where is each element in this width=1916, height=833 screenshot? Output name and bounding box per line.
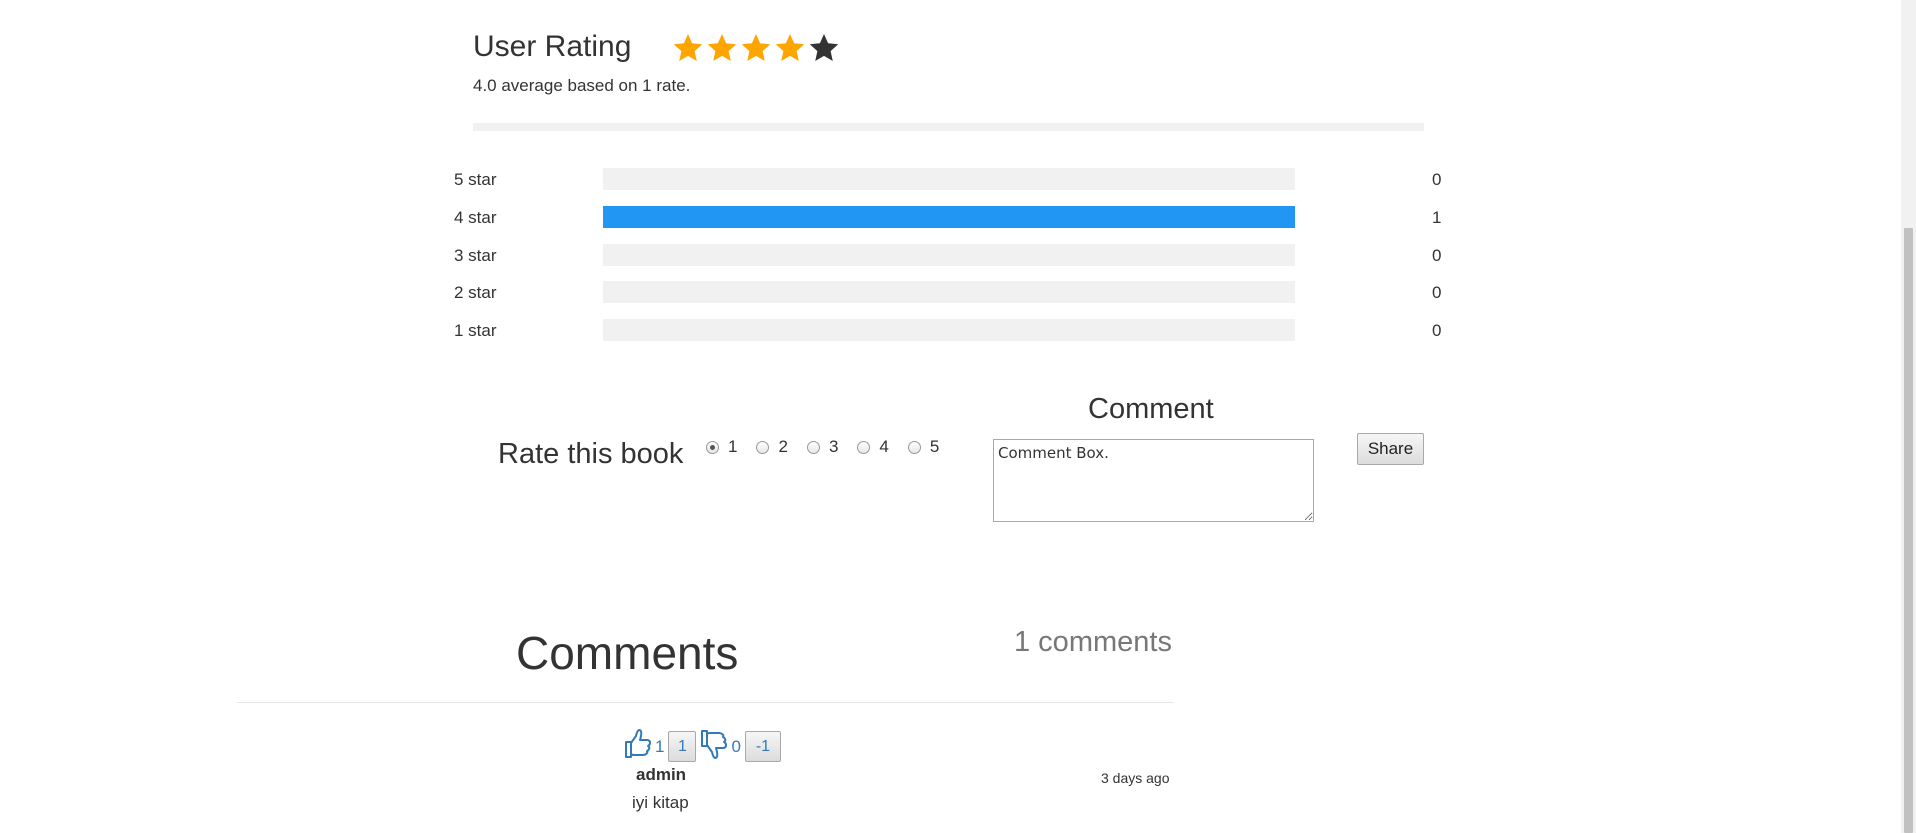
rating-row-label: 1 star: [454, 321, 497, 340]
divider-bar: [473, 123, 1424, 131]
rating-bar-fill: [603, 206, 1295, 228]
star-filled-icon: [672, 32, 704, 64]
comment-vote-row: 1 1 0 -1: [622, 725, 781, 762]
share-button[interactable]: Share: [1357, 433, 1424, 465]
rating-option-label: 1: [728, 437, 738, 456]
comment-timestamp: 3 days ago: [1101, 770, 1170, 786]
radio-button[interactable]: [706, 440, 719, 454]
rating-row: 1 star 0: [454, 319, 1454, 343]
rating-radio-group: 1 2 3 4 5: [706, 437, 958, 457]
rating-bar-track: [603, 244, 1295, 266]
rating-row: 2 star 0: [454, 281, 1454, 305]
scrollbar-thumb[interactable]: [1904, 228, 1913, 833]
dislike-count: 0: [731, 736, 741, 756]
radio-button[interactable]: [806, 440, 820, 454]
rating-row-count: 1: [1432, 208, 1442, 227]
rating-option-label: 4: [879, 437, 889, 456]
star-empty-icon: [808, 32, 840, 64]
comment-textarea[interactable]: [993, 439, 1314, 522]
rating-row-count: 0: [1432, 246, 1442, 265]
rating-bar-track: [603, 319, 1295, 341]
rating-row: 4 star 1: [454, 206, 1454, 230]
rating-option-label: 5: [929, 437, 940, 456]
rating-row: 5 star 0: [454, 168, 1454, 192]
rating-bar-track: [603, 168, 1295, 190]
comments-count: 1 comments: [1014, 626, 1172, 658]
comments-title: Comments: [516, 627, 739, 679]
star-filled-icon: [774, 32, 806, 64]
like-button[interactable]: 1: [668, 731, 697, 762]
rating-row: 3 star 0: [454, 244, 1454, 268]
rating-option-5[interactable]: 5: [907, 437, 940, 457]
rating-option-2[interactable]: 2: [756, 437, 788, 457]
rating-stars: [672, 32, 840, 64]
rating-option-label: 3: [828, 437, 839, 456]
rating-option-label: 2: [778, 437, 788, 456]
rating-option-4[interactable]: 4: [857, 437, 889, 457]
rating-bar-track: [603, 281, 1295, 303]
comments-divider: [237, 702, 1174, 703]
rate-this-book-label: Rate this book: [498, 438, 684, 470]
rating-row-label: 4 star: [454, 208, 497, 227]
radio-button[interactable]: [907, 440, 921, 454]
radio-button[interactable]: [756, 440, 770, 454]
comment-heading: Comment: [1088, 393, 1214, 425]
dislike-button[interactable]: -1: [744, 731, 781, 762]
average-rating-text: 4.0 average based on 1 rate.: [473, 76, 691, 95]
rating-row-count: 0: [1432, 283, 1442, 302]
rating-row-count: 0: [1432, 170, 1442, 189]
scrollbar[interactable]: [1901, 0, 1916, 833]
rating-row-count: 0: [1432, 321, 1442, 340]
like-count: 1: [655, 736, 665, 756]
rating-bar-track: [603, 206, 1295, 228]
rating-row-label: 3 star: [454, 246, 497, 265]
comment-text: iyi kitap: [632, 793, 689, 812]
radio-button[interactable]: [857, 440, 871, 454]
rating-row-label: 5 star: [454, 170, 497, 189]
user-rating-heading: User Rating: [473, 30, 632, 63]
rating-option-3[interactable]: 3: [806, 437, 839, 457]
comment-author: admin: [636, 765, 687, 784]
star-filled-icon: [706, 32, 738, 64]
thumbs-up-icon[interactable]: [622, 728, 652, 760]
thumbs-down-icon[interactable]: [698, 728, 728, 760]
rating-row-label: 2 star: [454, 283, 497, 302]
star-filled-icon: [740, 32, 772, 64]
rating-option-1[interactable]: 1: [706, 437, 737, 457]
